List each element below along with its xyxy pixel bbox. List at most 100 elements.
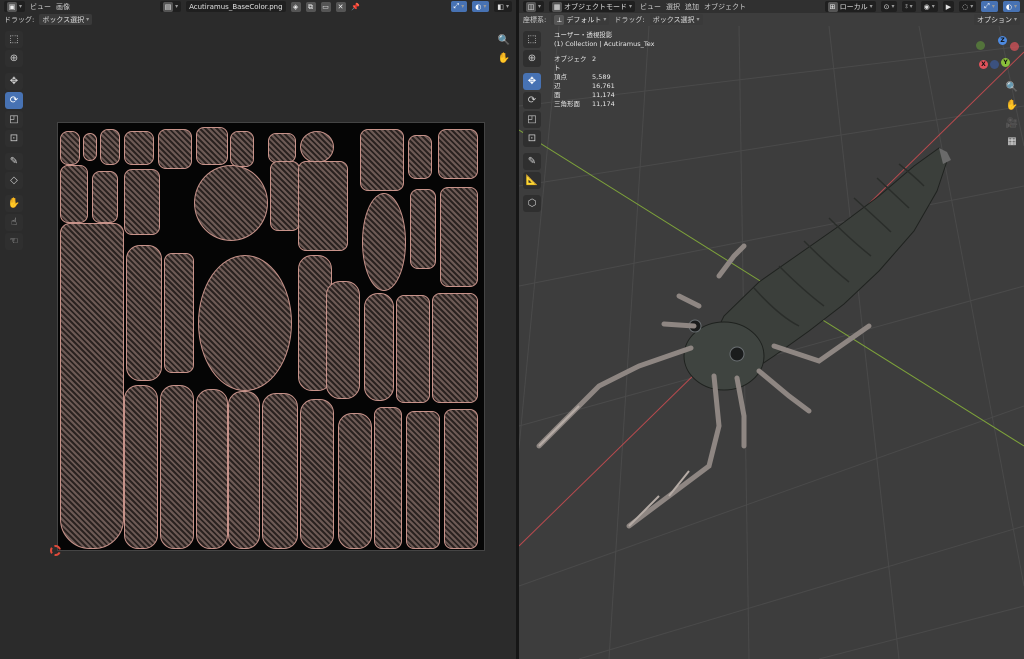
stat-label: 三角形面: [554, 100, 580, 108]
pan-hand-icon[interactable]: ✋: [1004, 98, 1020, 112]
grab-icon[interactable]: ✋: [5, 195, 23, 212]
y-axis-ball[interactable]: Y: [1001, 58, 1010, 67]
editor-type-button[interactable]: ◫ ▾: [523, 1, 545, 12]
x-axis-ball[interactable]: X: [979, 60, 988, 69]
neg-x-axis-ball[interactable]: [1010, 42, 1019, 51]
image-name-field[interactable]: Acutiramus_BaseColor.png: [186, 1, 286, 12]
uv-island: [83, 133, 97, 161]
duplicate-image-icon[interactable]: ⧉: [305, 1, 316, 12]
pinch-icon[interactable]: ☜: [5, 233, 23, 250]
editor-type-button[interactable]: ▣ ▾: [4, 1, 26, 12]
uv-island: [360, 129, 404, 191]
stat-label: 辺: [554, 82, 561, 90]
menu-image[interactable]: 画像: [56, 2, 70, 12]
mode-dropdown[interactable]: ▦ オブジェクトモード ▾: [549, 1, 636, 12]
uv-island: [300, 131, 334, 163]
select-box-icon[interactable]: ⬚: [523, 31, 541, 48]
neg-z-axis-ball[interactable]: [990, 60, 999, 69]
stat-value: 5,589: [592, 73, 611, 81]
perspective-grid-icon[interactable]: ▦: [1004, 134, 1020, 148]
pin-icon[interactable]: 📌: [351, 2, 361, 12]
snap-button[interactable]: ⦂ ▾: [902, 1, 916, 12]
rotate-icon[interactable]: ⟳: [5, 92, 23, 109]
neg-y-axis-ball[interactable]: [976, 41, 985, 50]
close-icon[interactable]: ✕: [335, 1, 346, 12]
annotate-icon[interactable]: ✎: [523, 153, 541, 170]
menu-add[interactable]: 追加: [685, 2, 699, 12]
transform-icon[interactable]: ⊡: [523, 130, 541, 147]
scale-icon[interactable]: ◰: [5, 111, 23, 128]
uv-island: [338, 413, 372, 549]
scale-icon[interactable]: ◰: [523, 111, 541, 128]
fake-user-icon[interactable]: ◈: [290, 1, 301, 12]
menu-object[interactable]: オブジェクト: [704, 2, 746, 12]
camera-view-icon[interactable]: 🎥: [1004, 116, 1020, 130]
visibility-button[interactable]: ◌ ▾: [959, 1, 977, 12]
gizmo-toggle-button[interactable]: ⤢ ▾: [450, 1, 468, 12]
uv-island: [160, 385, 194, 549]
transform-icon[interactable]: ⊡: [5, 130, 23, 147]
add-cube-icon[interactable]: ⬡: [523, 195, 541, 212]
rip-icon[interactable]: ◇: [5, 172, 23, 189]
display-channels-button[interactable]: ◧ ▾: [494, 1, 513, 12]
2d-cursor[interactable]: [50, 545, 61, 556]
overlay-toggle-button[interactable]: ◐ ▾: [1002, 1, 1020, 12]
z-axis-ball[interactable]: Z: [998, 36, 1007, 45]
uv-island: [92, 171, 118, 223]
stat-value: 11,174: [592, 100, 615, 108]
play-icon[interactable]: ▶: [942, 1, 955, 12]
uv-editor-icon: ▣: [7, 1, 17, 12]
uv-tool-settings: ドラッグ: ボックス選択 ▾: [0, 13, 516, 26]
overlay-toggle-button[interactable]: ◐ ▾: [472, 1, 490, 12]
drag-select-dropdown[interactable]: ボックス選択 ▾: [39, 14, 93, 25]
image-browse-button[interactable]: ▤ ▾: [160, 1, 182, 12]
uv-island: [270, 161, 300, 231]
3d-viewport: ◫ ▾ ▦ オブジェクトモード ▾ ビュー 選択 追加 オブジェクト ⊞ ローカル ▾ ⊙…: [519, 0, 1024, 659]
uv-island: [158, 129, 192, 169]
pan-hand-icon[interactable]: ✋: [496, 51, 512, 65]
rotate-icon[interactable]: ⟳: [523, 92, 541, 109]
proportional-edit-button[interactable]: ◉ ▾: [920, 1, 938, 12]
viewport-header: ◫ ▾ ▦ オブジェクトモード ▾ ビュー 選択 追加 オブジェクト ⊞ ローカル ▾ ⊙…: [519, 0, 1024, 13]
transform-orientation-dropdown[interactable]: ⊞ ローカル ▾: [824, 1, 876, 12]
image-icon: ▤: [163, 1, 174, 12]
viewport-text-info: ユーザー・透視投影 (1) Collection | Acutiramus_Te…: [554, 31, 654, 109]
mode-value: オブジェクトモード: [564, 2, 628, 11]
measure-icon[interactable]: 📐: [523, 172, 541, 189]
acutiramus-model[interactable]: [536, 147, 951, 529]
cursor-icon[interactable]: ⊕: [523, 50, 541, 67]
annotate-icon[interactable]: ✎: [5, 153, 23, 170]
select-box-icon[interactable]: ⬚: [5, 31, 23, 48]
stat-value: 2: [592, 55, 597, 63]
stat-value: 16,761: [592, 82, 615, 90]
menu-view[interactable]: ビュー: [640, 2, 661, 12]
uv-island: [100, 129, 120, 165]
pivot-point-button[interactable]: ⊙ ▾: [880, 1, 898, 12]
open-folder-icon[interactable]: ▭: [320, 1, 331, 12]
uv-island: [300, 399, 334, 549]
cursor-icon[interactable]: ⊕: [5, 50, 23, 67]
navigation-gizmo[interactable]: Z X Y: [976, 36, 1020, 72]
zoom-icon[interactable]: 🔍: [1004, 80, 1020, 94]
relax-icon[interactable]: ☝: [5, 214, 23, 231]
coord-label: 座標系:: [523, 15, 547, 24]
move-icon[interactable]: ✥: [523, 73, 541, 90]
coord-system-dropdown[interactable]: ⟂ デフォルト ▾: [551, 14, 610, 25]
drag-select-dropdown[interactable]: ボックス選択 ▾: [649, 14, 703, 25]
scene-statistics: オブジェクト 2 頂点 5,589 辺 16,761 面 11,174 三角形面 11,1…: [554, 55, 654, 109]
uv-island: [198, 255, 292, 391]
collection-name: (1) Collection | Acutiramus_Tex: [554, 40, 655, 48]
uv-island: [60, 165, 88, 223]
viewport-scene[interactable]: [519, 26, 1024, 659]
drag-select-value: ボックス選択: [652, 15, 695, 24]
uv-island: [196, 389, 228, 549]
uv-island: [396, 295, 430, 403]
menu-select[interactable]: 選択: [666, 2, 680, 12]
orientation-value: ローカル: [839, 2, 868, 11]
uv-texture-image[interactable]: [57, 122, 485, 551]
menu-view[interactable]: ビュー: [30, 2, 51, 12]
zoom-icon[interactable]: 🔍: [496, 33, 512, 47]
gizmo-toggle-button[interactable]: ⤢ ▾: [981, 1, 998, 12]
options-dropdown[interactable]: オプション ▾: [973, 14, 1020, 25]
move-icon[interactable]: ✥: [5, 73, 23, 90]
